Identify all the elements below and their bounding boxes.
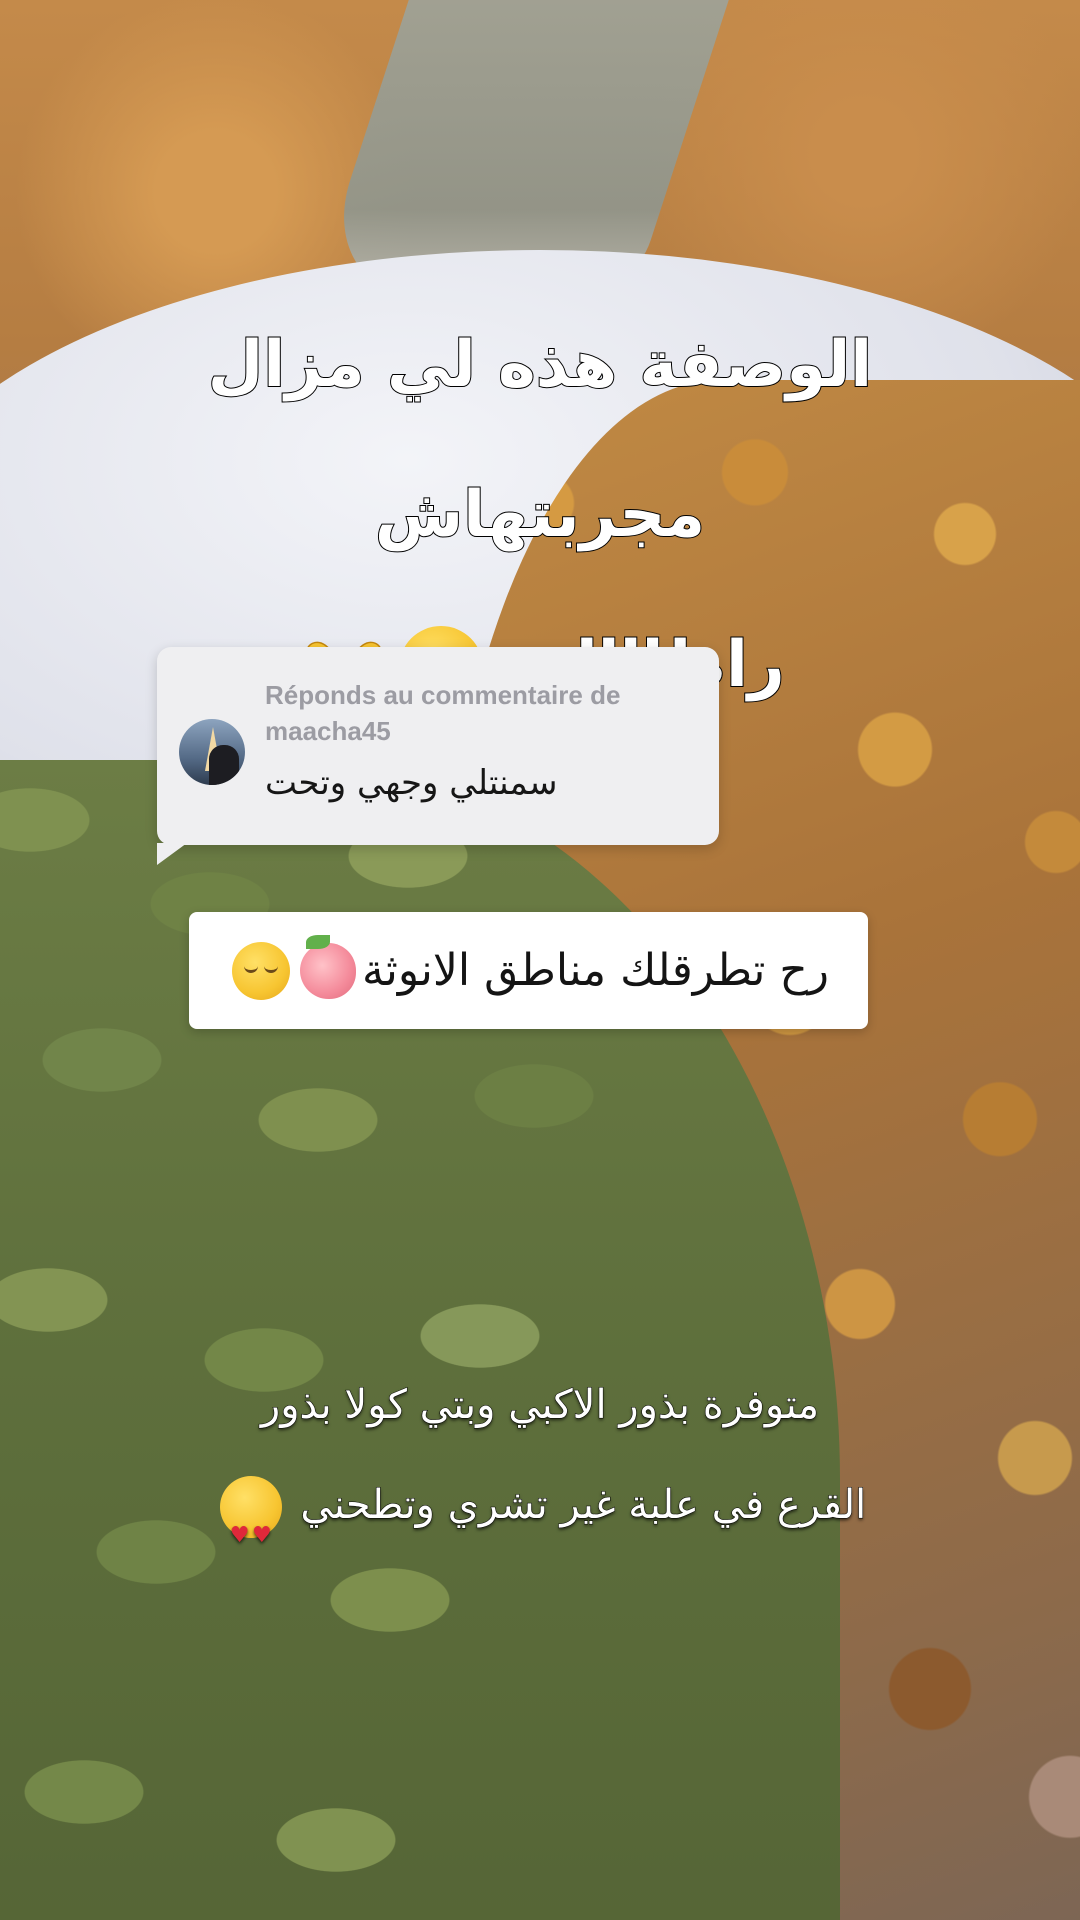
avatar[interactable] — [179, 719, 245, 785]
reply-username[interactable]: maacha45 — [265, 713, 685, 749]
person-silhouette-icon — [209, 745, 239, 785]
caption-bottom-line-1: متوفرة بذور الاكبي وبتي كولا بذور — [260, 1382, 820, 1429]
label-text: رح تطرقلك مناطق الانوثة — [362, 945, 830, 996]
caption-bottom-line-2-text: القرع في علبة غير تشري وتطحني — [300, 1482, 867, 1529]
reply-header-label: Réponds au commentaire de — [265, 680, 621, 710]
reply-comment-text: سمنتلي وجهي وتحت — [265, 763, 558, 803]
caption-bottom: متوفرة بذور الاكبي وبتي كولا بذور القرع … — [60, 1355, 1020, 1586]
heart-eyes-icon — [219, 1476, 282, 1586]
video-frame[interactable]: الوصفة هذه لي مزال مجربتهاش راطاااات Rép… — [0, 0, 1080, 1920]
caption-bottom-line-2: القرع في علبة غير تشري وتطحني — [60, 1455, 1020, 1586]
peach-icon — [300, 934, 356, 999]
caption-top-line-1: الوصفة هذه لي مزال مجربتهاش — [207, 327, 873, 553]
reply-header: Réponds au commentaire de maacha45 — [265, 677, 685, 749]
relieved-face-icon — [232, 941, 290, 1000]
text-label-box: رح تطرقلك مناطق الانوثة — [189, 912, 868, 1029]
reply-comment-card[interactable]: Réponds au commentaire de maacha45 سمنتل… — [157, 647, 719, 865]
